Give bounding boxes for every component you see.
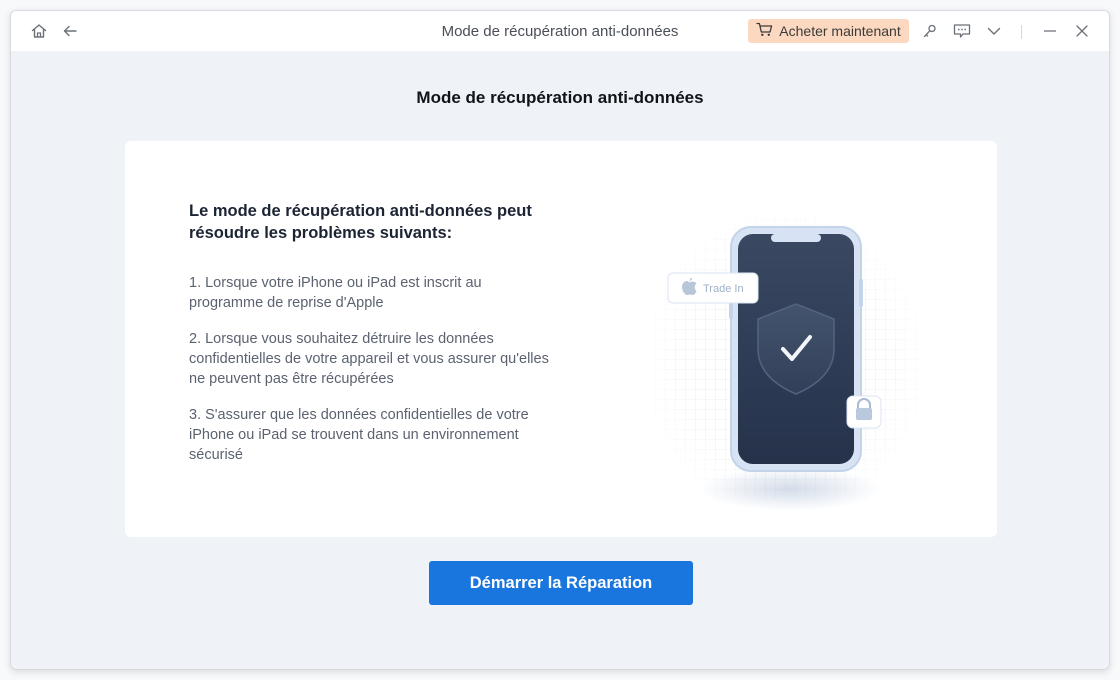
app-window: Mode de récupération anti-données Achete… [10, 10, 1110, 670]
info-card: Le mode de récupération anti-données peu… [125, 141, 997, 537]
menu-button[interactable] [982, 19, 1006, 43]
trade-in-badge-label: Trade In [703, 283, 744, 295]
problem-list: 1. Lorsque votre iPhone ou iPad est insc… [189, 273, 559, 481]
window-title: Mode de récupération anti-données [441, 23, 679, 40]
title-bar: Mode de récupération anti-données Achete… [11, 11, 1109, 51]
start-repair-button[interactable]: Démarrer la Réparation [429, 561, 693, 605]
home-icon [30, 22, 48, 40]
buy-now-button[interactable]: Acheter maintenant [748, 19, 909, 43]
close-button[interactable] [1070, 19, 1094, 43]
minimize-button[interactable] [1038, 19, 1062, 43]
list-item: 2. Lorsque vous souhaitez détruire les d… [189, 331, 549, 387]
list-item: 1. Lorsque votre iPhone ou iPad est insc… [189, 275, 482, 311]
chevron-down-icon [986, 23, 1002, 39]
buy-now-label: Acheter maintenant [779, 23, 901, 39]
back-button[interactable] [58, 19, 82, 43]
list-item: 3. S'assurer que les données confidentie… [189, 407, 529, 463]
home-button[interactable] [27, 19, 51, 43]
card-heading: Le mode de récupération anti-données peu… [189, 202, 532, 242]
close-icon [1074, 23, 1090, 39]
key-button[interactable] [918, 19, 942, 43]
page-title: Mode de récupération anti-données [416, 88, 704, 107]
feedback-icon [953, 23, 971, 39]
titlebar-divider [1021, 25, 1022, 39]
back-arrow-icon [61, 22, 79, 40]
key-icon [922, 23, 938, 39]
minimize-icon [1042, 23, 1058, 39]
feedback-button[interactable] [950, 19, 974, 43]
phone-illustration: Trade In [635, 199, 935, 529]
cart-icon [756, 22, 773, 40]
